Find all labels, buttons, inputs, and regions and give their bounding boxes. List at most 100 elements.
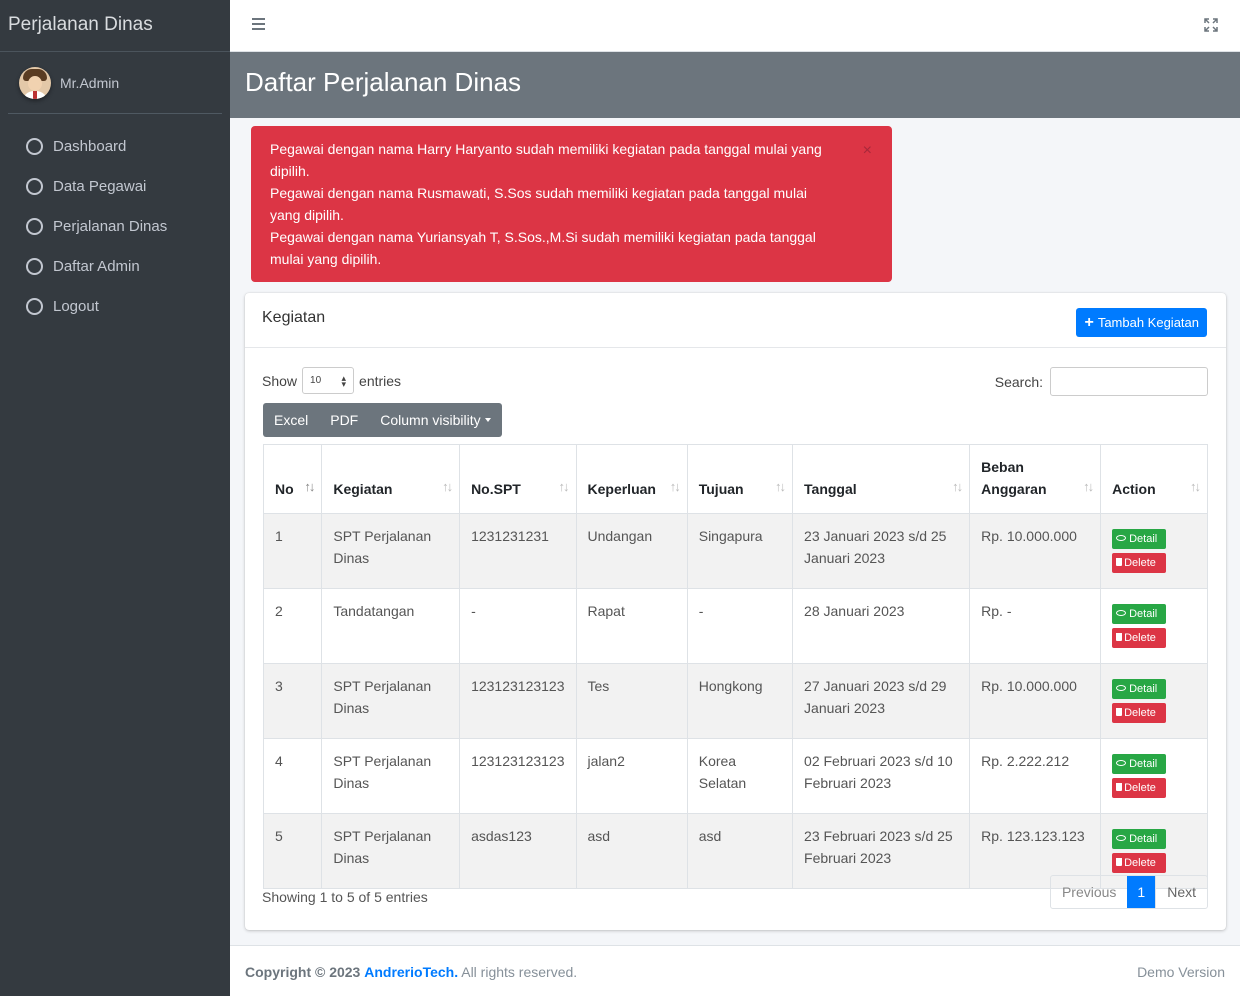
cell-tanggal: 27 Januari 2023 s/d 29 Januari 2023 xyxy=(792,663,971,739)
sidebar-item-dashboard[interactable]: Dashboard xyxy=(8,126,222,166)
cell-tanggal: 02 Februari 2023 s/d 10 Februari 2023 xyxy=(792,738,971,814)
cell-keperluan: Undangan xyxy=(575,513,688,589)
add-kegiatan-label: Tambah Kegiatan xyxy=(1097,315,1199,330)
kegiatan-card: Kegiatan + Tambah Kegiatan Show 10 ▴ ▾ en… xyxy=(245,293,1226,930)
detail-button[interactable]: Detail xyxy=(1112,604,1167,624)
detail-label: Detail xyxy=(1129,833,1158,845)
footer-brand-link[interactable]: AndrerioTech. xyxy=(364,964,458,980)
column-header-no[interactable]: No ↑↓ xyxy=(262,444,323,514)
cell-kegiatan: SPT Perjalanan Dinas xyxy=(321,663,461,739)
search-label: Search: xyxy=(994,373,1043,390)
entries-select[interactable]: 10 ▴ ▾ xyxy=(302,367,355,394)
detail-button[interactable]: Detail xyxy=(1112,754,1167,774)
fullscreen-icon[interactable] xyxy=(1204,18,1218,32)
trash-icon xyxy=(1116,708,1123,717)
circle-icon xyxy=(26,257,43,275)
column-header-label: Keperluan xyxy=(587,481,656,497)
cell-kegiatan: SPT Perjalanan Dinas xyxy=(321,513,461,589)
add-kegiatan-button[interactable]: + Tambah Kegiatan xyxy=(1076,308,1207,337)
column-header-beban-anggaran[interactable]: Beban Anggaran ↑↓ xyxy=(969,444,1102,514)
entries-label: entries xyxy=(359,372,402,389)
detail-button[interactable]: Detail xyxy=(1112,529,1167,549)
cell-keperluan: Tes xyxy=(575,663,688,739)
cell-no: 3 xyxy=(262,663,323,739)
eye-icon xyxy=(1116,835,1127,842)
column-header-tujuan[interactable]: Tujuan ↑↓ xyxy=(686,444,794,514)
close-icon[interactable]: × xyxy=(863,140,872,162)
trash-icon xyxy=(1116,783,1123,792)
table-info: Showing 1 to 5 of 5 entries xyxy=(262,889,428,905)
delete-button[interactable]: Delete xyxy=(1112,703,1167,723)
entries-select-value: 10 xyxy=(310,375,322,386)
sidebar-item-label: Perjalanan Dinas xyxy=(53,217,168,235)
sort-icon: ↑↓ xyxy=(775,479,786,494)
cell-action: Detail Delete xyxy=(1100,663,1208,739)
top-navbar xyxy=(230,0,1240,52)
page-title: Daftar Perjalanan Dinas xyxy=(245,67,522,97)
cell-kegiatan: Tandatangan xyxy=(321,588,461,664)
avatar xyxy=(19,66,51,99)
next-button[interactable]: Next xyxy=(1155,876,1207,908)
column-header-label: No xyxy=(275,481,294,497)
search-input[interactable] xyxy=(1050,367,1208,396)
column-header-kegiatan[interactable]: Kegiatan ↑↓ xyxy=(321,444,461,514)
cell-tujuan: Hongkong xyxy=(686,663,794,739)
sort-icon: ↑↓ xyxy=(669,479,681,494)
trash-icon xyxy=(1116,633,1123,642)
sort-icon: ↑↓ xyxy=(1190,479,1201,494)
excel-button[interactable]: Excel xyxy=(263,403,319,437)
cell-tanggal: 23 Februari 2023 s/d 25 Februari 2023 xyxy=(792,813,971,889)
sidebar-item-logout[interactable]: Logout xyxy=(8,286,222,326)
column-header-action[interactable]: Action ↑↓ xyxy=(1100,444,1208,514)
sort-icon: ↑↓ xyxy=(952,479,963,494)
column-header-label: Beban Anggaran xyxy=(981,459,1047,497)
detail-label: Detail xyxy=(1129,608,1158,620)
sidebar-item-perjalanan-dinas[interactable]: Perjalanan Dinas xyxy=(8,206,222,246)
delete-button[interactable]: Delete xyxy=(1112,553,1167,573)
column-visibility-button[interactable]: Column visibility xyxy=(369,403,501,437)
pdf-button[interactable]: PDF xyxy=(319,403,369,437)
delete-button[interactable]: Delete xyxy=(1112,628,1167,648)
alert-line: Pegawai dengan nama Harry Haryanto sudah… xyxy=(270,141,822,179)
user-name[interactable]: Mr.Admin xyxy=(60,75,119,91)
sidebar-item-data-pegawai[interactable]: Data Pegawai xyxy=(8,166,222,206)
show-label: Show xyxy=(262,372,298,389)
cell-spt: 123123123123 xyxy=(459,738,577,814)
column-header-nospt[interactable]: No.SPT ↑↓ xyxy=(459,444,577,514)
page-1-button[interactable]: 1 xyxy=(1127,876,1156,908)
brand-title[interactable]: Perjalanan Dinas xyxy=(0,0,230,52)
delete-label: Delete xyxy=(1124,707,1156,719)
delete-label: Delete xyxy=(1124,857,1156,869)
trash-icon xyxy=(1116,558,1123,567)
previous-button[interactable]: Previous xyxy=(1051,876,1127,908)
table-header-row: No ↑↓ Kegiatan ↑↓ No.SPT ↑↓ Keperluan ↑↓ Tuj… xyxy=(262,444,1208,514)
alert-line: Pegawai dengan nama Yuriansyah T, S.Sos.… xyxy=(270,229,816,267)
circle-icon xyxy=(26,137,43,155)
cell-no: 5 xyxy=(262,813,323,889)
menu-toggle-icon[interactable] xyxy=(252,18,265,32)
detail-button[interactable]: Detail xyxy=(1112,679,1167,699)
column-header-tanggal[interactable]: Tanggal ↑↓ xyxy=(792,444,971,514)
sidebar-item-daftar-admin[interactable]: Daftar Admin xyxy=(8,246,222,286)
eye-icon xyxy=(1116,535,1127,542)
table-row: 4 SPT Perjalanan Dinas 123123123123 jalan2 K… xyxy=(262,738,1208,814)
card-header: Kegiatan + Tambah Kegiatan xyxy=(245,293,1226,348)
delete-label: Delete xyxy=(1124,782,1156,794)
cell-tanggal: 23 Januari 2023 s/d 25 Januari 2023 xyxy=(792,513,971,589)
kegiatan-table: No ↑↓ Kegiatan ↑↓ No.SPT ↑↓ Keperluan ↑↓ Tuj… xyxy=(262,444,1208,889)
cell-action: Detail Delete xyxy=(1100,738,1208,814)
delete-button[interactable]: Delete xyxy=(1112,853,1167,873)
detail-button[interactable]: Detail xyxy=(1112,829,1167,849)
column-header-label: Action xyxy=(1112,481,1156,497)
caret-down-icon xyxy=(484,418,491,422)
cell-keperluan: asd xyxy=(575,813,688,889)
delete-button[interactable]: Delete xyxy=(1112,778,1167,798)
delete-label: Delete xyxy=(1124,557,1156,569)
column-header-keperluan[interactable]: Keperluan ↑↓ xyxy=(575,444,688,514)
pagination: Previous 1 Next xyxy=(1049,875,1208,909)
cell-anggaran: Rp. 10.000.000 xyxy=(969,513,1102,589)
length-control: Show 10 ▴ ▾ entries xyxy=(262,367,401,394)
circle-icon xyxy=(26,217,43,235)
cell-anggaran: Rp. - xyxy=(969,588,1102,664)
detail-label: Detail xyxy=(1129,758,1158,770)
